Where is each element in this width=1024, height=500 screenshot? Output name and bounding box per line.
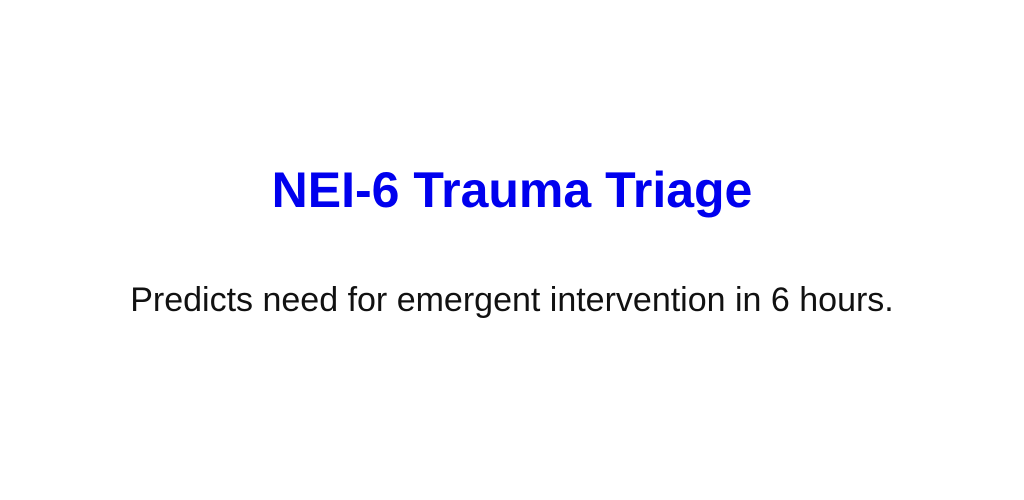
app-title: NEI-6 Trauma Triage: [271, 162, 753, 218]
splash-screen: NEI-6 Trauma Triage Predicts need for em…: [0, 0, 1024, 500]
app-description: Predicts need for emergent intervention …: [130, 281, 894, 319]
